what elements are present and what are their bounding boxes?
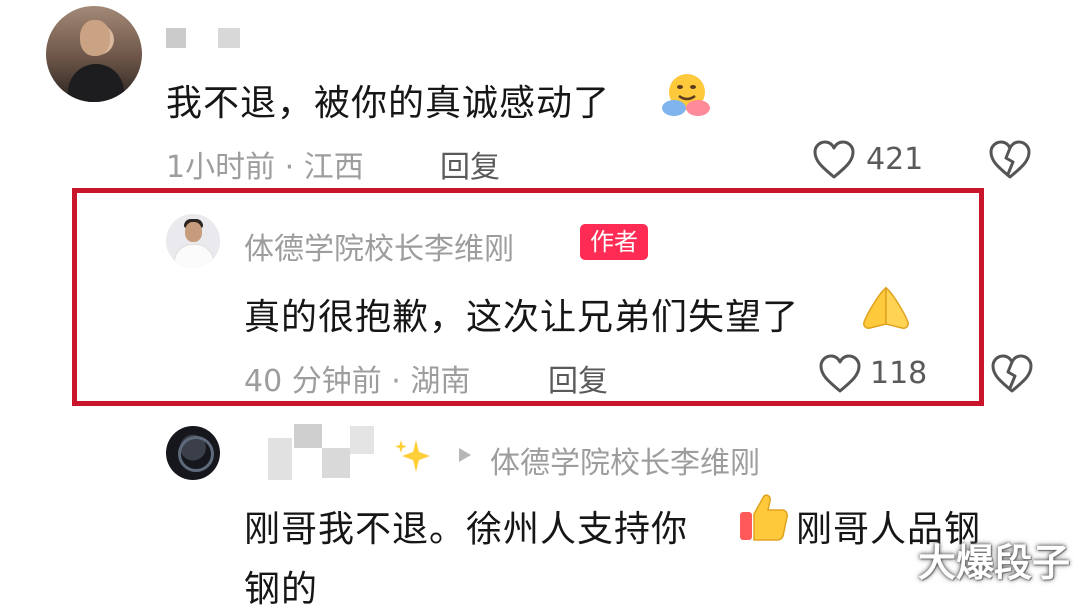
comment-text: 刚哥我不退。徐州人支持你	[244, 509, 689, 550]
username-blurred[interactable]	[218, 28, 240, 48]
sparkles-icon	[392, 436, 432, 476]
comment-meta: 40 分钟前 · 湖南	[244, 364, 471, 399]
username-blurred[interactable]	[322, 448, 350, 478]
author-badge: 作者	[580, 224, 648, 260]
comment-text: 钢的	[244, 569, 319, 610]
hugging-face-emoji-icon	[660, 70, 710, 120]
broken-heart-icon[interactable]	[988, 140, 1032, 180]
watermark: 大爆段子	[918, 541, 1071, 585]
comment-text: 我不退，被你的真诚感动了	[166, 83, 611, 124]
avatar[interactable]	[166, 426, 220, 480]
author-avatar[interactable]	[166, 214, 220, 268]
thumbs-up-emoji-icon	[736, 490, 790, 544]
comment-text: 真的很抱歉，这次让兄弟们失望了	[244, 297, 800, 338]
play-triangle-icon	[458, 447, 472, 463]
like-count: 118	[870, 356, 928, 391]
avatar[interactable]	[46, 6, 142, 102]
heart-outline-icon[interactable]	[812, 140, 856, 180]
broken-heart-icon[interactable]	[990, 354, 1034, 394]
folded-hands-emoji-icon	[858, 284, 912, 332]
reply-button[interactable]: 回复	[440, 142, 500, 186]
username-blurred[interactable]	[166, 28, 186, 48]
comment-meta: 1小时前 · 江西	[166, 150, 364, 185]
username-blurred[interactable]	[268, 438, 292, 480]
author-name[interactable]: 体德学院校长李维刚	[244, 224, 514, 268]
heart-outline-icon[interactable]	[818, 354, 862, 394]
reply-target-name[interactable]: 体德学院校长李维刚	[490, 438, 760, 482]
username-blurred[interactable]	[294, 424, 322, 448]
reply-button[interactable]: 回复	[548, 356, 608, 400]
like-count: 421	[866, 142, 924, 177]
username-blurred[interactable]	[350, 426, 374, 454]
